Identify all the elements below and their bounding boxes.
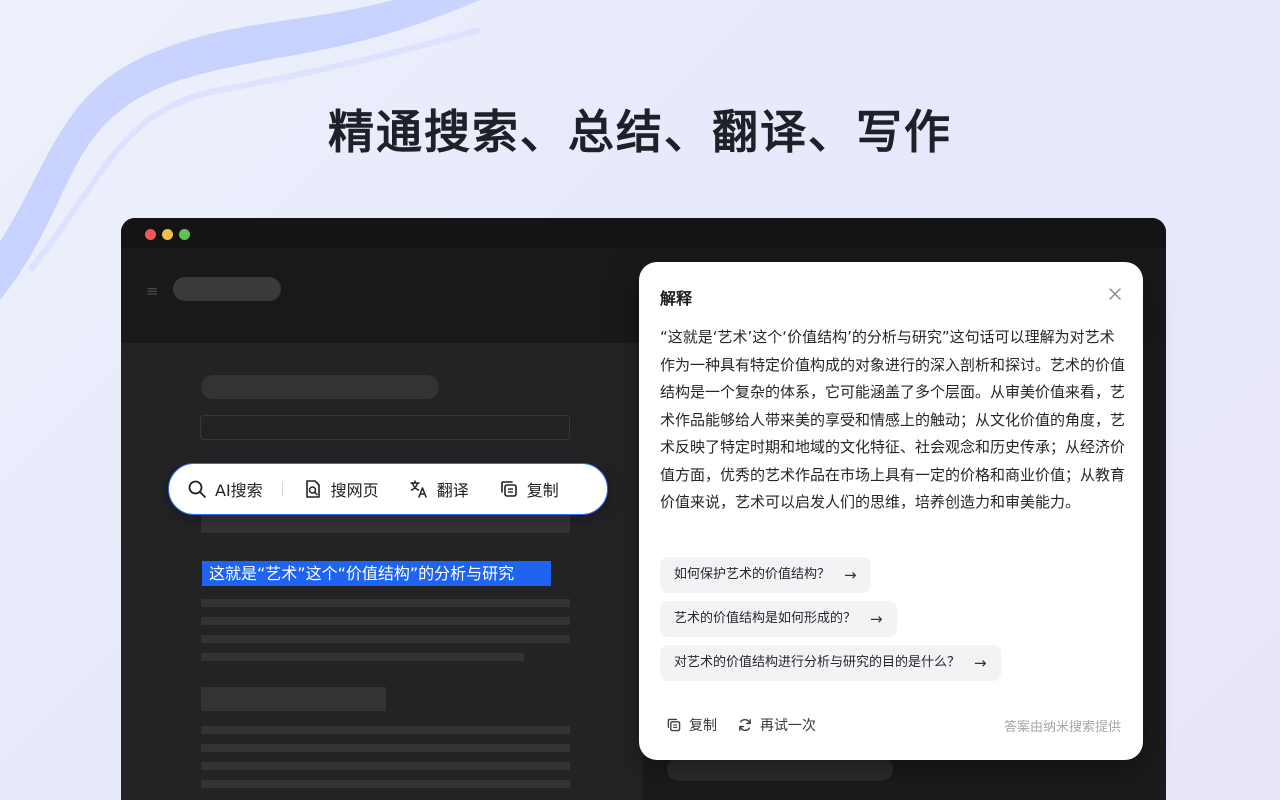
suggestion-item[interactable]: 艺术的价值结构是如何形成的？ →	[660, 601, 897, 637]
maximize-window-button[interactable]	[179, 229, 190, 240]
search-web-button[interactable]: 搜网页	[303, 477, 379, 501]
ai-search-button[interactable]: AI搜索	[187, 477, 263, 501]
menu-icon[interactable]: ≡	[146, 282, 159, 300]
answer-text: “这就是‘艺术’这个‘价值结构’的分析与研究”这句话可以理解为对艺术作为一种具有…	[660, 328, 1126, 511]
header-placeholder	[173, 277, 281, 301]
skeleton-line	[201, 762, 570, 770]
arrow-right-icon: →	[844, 566, 857, 584]
skeleton-line	[201, 513, 570, 533]
ai-search-label: AI搜索	[215, 481, 263, 500]
copy-icon	[500, 481, 517, 497]
explanation-panel: 解释 “这就是‘艺术’这个‘价值结构’的分析与研究”这句话可以理解为对艺术作为一…	[639, 262, 1143, 760]
arrow-right-icon: →	[870, 610, 883, 628]
translate-icon	[409, 480, 427, 498]
background-placeholder	[667, 757, 893, 781]
skeleton-line	[201, 635, 570, 643]
panel-title: 解释	[660, 289, 693, 308]
arrow-right-icon: →	[974, 654, 987, 672]
panel-footer: 复制 再试一次 答案由纳米搜索提供	[666, 715, 1121, 735]
refresh-icon	[739, 718, 751, 732]
close-window-button[interactable]	[145, 229, 156, 240]
skeleton-line	[201, 653, 524, 661]
translate-button[interactable]: 翻译	[409, 477, 469, 501]
search-icon	[188, 480, 206, 498]
skeleton-line	[201, 726, 570, 734]
page-headline: 精通搜索、总结、翻译、写作	[328, 105, 952, 159]
copy-answer-label: 复制	[689, 718, 717, 734]
window-titlebar	[121, 218, 1166, 248]
search-web-label: 搜网页	[330, 481, 379, 500]
skeleton-line	[201, 617, 570, 625]
answer-credit: 答案由纳米搜索提供	[1003, 719, 1121, 735]
copy-label: 复制	[526, 481, 559, 500]
retry-label: 再试一次	[760, 718, 816, 734]
skeleton-line	[201, 599, 570, 607]
web-page-search-icon	[305, 480, 320, 498]
copy-button[interactable]: 复制	[499, 477, 559, 501]
skeleton-input	[200, 415, 570, 440]
skeleton-line	[201, 375, 439, 399]
skeleton-heading	[201, 687, 386, 711]
suggestion-label: 如何保护艺术的价值结构？	[674, 567, 831, 582]
skeleton-line	[201, 744, 570, 752]
selection-toolbar: AI搜索 搜网页 翻译 复制	[168, 463, 608, 515]
suggestion-label: 对艺术的价值结构进行分析与研究的目的是什么？	[674, 655, 961, 670]
translate-label: 翻译	[436, 481, 469, 500]
minimize-window-button[interactable]	[162, 229, 173, 240]
suggestion-label: 艺术的价值结构是如何形成的？	[674, 611, 857, 626]
suggestion-item[interactable]: 对艺术的价值结构进行分析与研究的目的是什么？ →	[660, 645, 1001, 681]
skeleton-line	[201, 780, 570, 788]
selected-text-highlight[interactable]: 这就是“艺术”这个“价值结构”的分析与研究	[202, 561, 551, 586]
retry-button[interactable]: 再试一次	[737, 715, 816, 735]
suggestion-item[interactable]: 如何保护艺术的价值结构？ →	[660, 557, 871, 593]
toolbar-divider	[281, 482, 283, 496]
copy-answer-button[interactable]: 复制	[666, 715, 717, 735]
copy-icon	[667, 718, 681, 732]
close-icon[interactable]	[1107, 286, 1123, 302]
